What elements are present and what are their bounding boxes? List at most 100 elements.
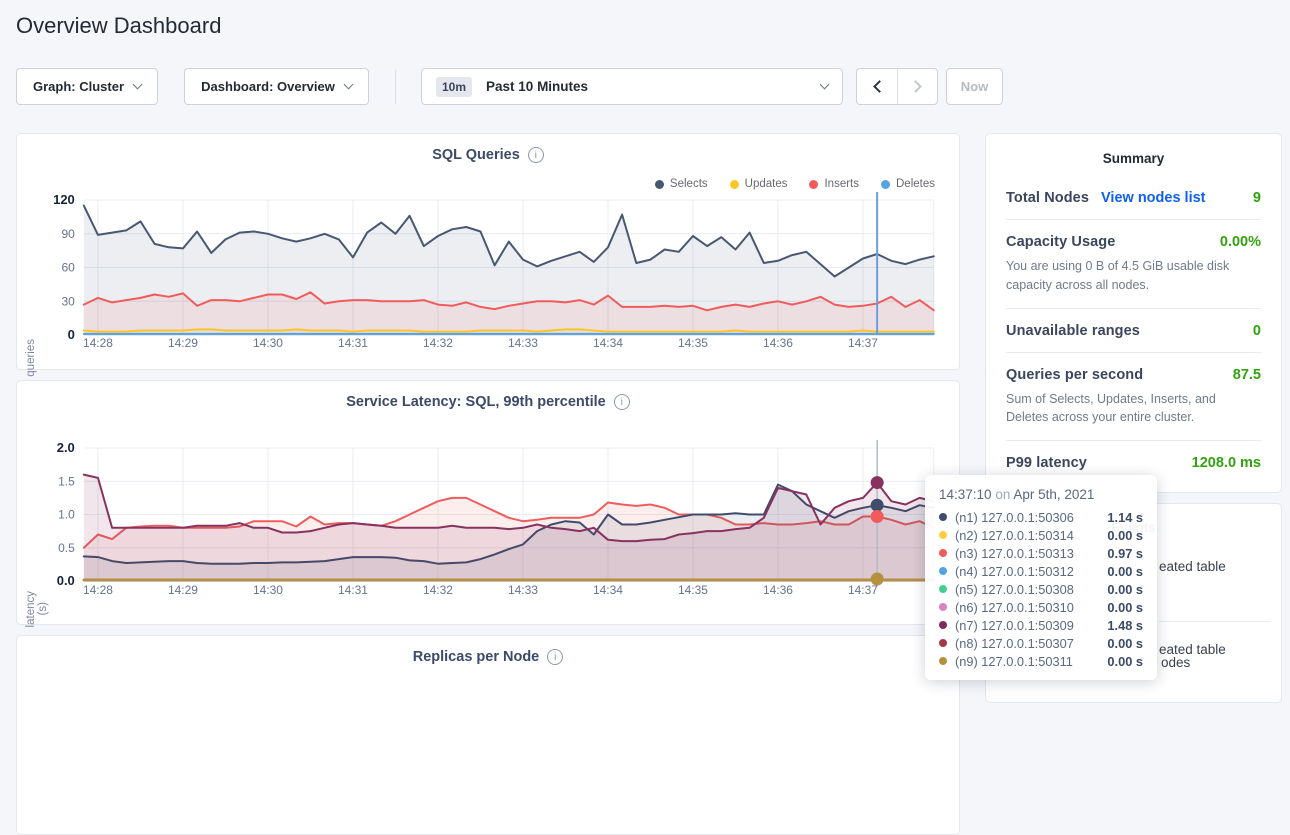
tooltip-node-address: (n2) 127.0.0.1:50314: [955, 528, 1099, 543]
series-dot-icon: [939, 567, 947, 575]
svg-text:1.0: 1.0: [58, 508, 75, 522]
svg-text:0.5: 0.5: [58, 541, 75, 555]
now-button[interactable]: Now: [946, 68, 1003, 105]
sql-queries-card: SQL Queries i SelectsUpdatesInsertsDelet…: [16, 133, 960, 370]
stat-value: 1208.0 ms: [1192, 455, 1261, 471]
dashboard-dropdown[interactable]: Dashboard: Overview: [184, 68, 369, 105]
view-nodes-list-link[interactable]: View nodes list: [1101, 190, 1206, 206]
graph-scope-label: Graph: Cluster: [33, 79, 124, 94]
tooltip-node-address: (n9) 127.0.0.1:50311: [955, 654, 1099, 669]
tooltip-node-row: (n3) 127.0.0.1:50313 0.97 s: [939, 544, 1143, 562]
stat-label: Unavailable ranges: [1006, 323, 1140, 339]
svg-text:14:34: 14:34: [593, 336, 623, 350]
series-dot-icon: [939, 603, 947, 611]
stat-label: Total Nodes: [1006, 190, 1089, 206]
time-range-picker[interactable]: 10m Past 10 Minutes: [421, 68, 843, 105]
tooltip-node-row: (n2) 127.0.0.1:50314 0.00 s: [939, 526, 1143, 544]
tooltip-node-address: (n3) 127.0.0.1:50313: [955, 546, 1099, 561]
tooltip-node-address: (n7) 127.0.0.1:50309: [955, 618, 1099, 633]
tooltip-node-value: 0.97 s: [1107, 546, 1143, 561]
dashboard-label: Dashboard: Overview: [201, 79, 335, 94]
info-icon[interactable]: i: [614, 394, 630, 410]
series-dot-icon: [939, 513, 947, 521]
svg-text:14:36: 14:36: [763, 336, 793, 350]
stat-label: Capacity Usage: [1006, 234, 1115, 250]
tooltip-node-value: 0.00 s: [1107, 654, 1143, 669]
summary-panel: Summary Total Nodes View nodes list 9 Capac…: [985, 133, 1282, 493]
toolbar-divider: [395, 70, 396, 104]
svg-text:120: 120: [53, 192, 75, 207]
time-range-label: Past 10 Minutes: [486, 79, 588, 94]
tooltip-node-address: (n6) 127.0.0.1:50310: [955, 600, 1099, 615]
stat-value: 9: [1253, 190, 1261, 206]
svg-text:14:36: 14:36: [763, 583, 793, 597]
tooltip-node-value: 0.00 s: [1107, 564, 1143, 579]
time-back-button[interactable]: [857, 69, 897, 104]
tooltip-node-value: 0.00 s: [1107, 636, 1143, 651]
series-dot-icon: [939, 585, 947, 593]
chart-title-replicas-per-node: Replicas per Node: [413, 649, 540, 665]
svg-text:14:28: 14:28: [83, 336, 113, 350]
event-item-fragment[interactable]: eated table: [1159, 559, 1226, 574]
page-title: Overview Dashboard: [16, 13, 221, 39]
stat-label: P99 latency: [1006, 455, 1087, 471]
tooltip-node-row: (n9) 127.0.0.1:50311 0.00 s: [939, 652, 1143, 670]
sql-queries-chart[interactable]: 030609012014:2814:2914:3014:3114:3214:33…: [25, 184, 955, 362]
summary-stat-row: Queries per second87.5Sum of Selects, Up…: [1006, 353, 1261, 442]
svg-text:14:31: 14:31: [338, 336, 368, 350]
series-dot-icon: [939, 531, 947, 539]
info-icon[interactable]: i: [528, 147, 544, 163]
svg-text:14:33: 14:33: [508, 583, 538, 597]
svg-text:14:37: 14:37: [848, 583, 878, 597]
chart-title-sql-queries: SQL Queries: [432, 147, 520, 163]
svg-text:14:29: 14:29: [168, 336, 198, 350]
summary-stat-row: Total Nodes View nodes list 9: [1006, 176, 1261, 220]
chevron-right-icon: [909, 80, 922, 93]
series-dot-icon: [939, 657, 947, 665]
svg-text:14:30: 14:30: [253, 583, 283, 597]
tooltip-node-value: 1.48 s: [1107, 618, 1143, 633]
time-step-buttons: [856, 68, 938, 105]
series-dot-icon: [939, 639, 947, 647]
svg-text:14:28: 14:28: [83, 583, 113, 597]
tooltip-node-row: (n7) 127.0.0.1:50309 1.48 s: [939, 616, 1143, 634]
info-icon[interactable]: i: [547, 649, 563, 665]
tooltip-node-row: (n8) 127.0.0.1:50307 0.00 s: [939, 634, 1143, 652]
svg-text:30: 30: [61, 294, 75, 308]
time-range-badge: 10m: [436, 77, 472, 97]
tooltip-node-address: (n5) 127.0.0.1:50308: [955, 582, 1099, 597]
tooltip-node-value: 1.14 s: [1107, 510, 1143, 525]
svg-text:14:35: 14:35: [678, 583, 708, 597]
replicas-per-node-card: Replicas per Node i: [16, 635, 960, 835]
svg-text:1.5: 1.5: [58, 474, 75, 488]
summary-title: Summary: [1006, 134, 1261, 166]
tooltip-node-address: (n8) 127.0.0.1:50307: [955, 636, 1099, 651]
toolbar: Graph: Cluster Dashboard: Overview 10m P…: [16, 68, 1003, 105]
series-dot-icon: [939, 549, 947, 557]
svg-text:14:29: 14:29: [168, 583, 198, 597]
event-item-fragment[interactable]: odes: [1161, 655, 1190, 670]
svg-text:14:30: 14:30: [253, 336, 283, 350]
stat-description: Sum of Selects, Updates, Inserts, and De…: [1006, 390, 1261, 428]
chevron-down-icon: [820, 80, 830, 90]
tooltip-node-address: (n1) 127.0.0.1:50306: [955, 510, 1099, 525]
tooltip-node-value: 0.00 s: [1107, 528, 1143, 543]
service-latency-chart[interactable]: 0.00.51.01.52.014:2814:2914:3014:3114:32…: [25, 431, 955, 609]
chart-title-service-latency: Service Latency: SQL, 99th percentile: [346, 394, 606, 410]
chevron-down-icon: [133, 80, 143, 90]
tooltip-node-row: (n5) 127.0.0.1:503080.00 s: [939, 580, 1143, 598]
events-divider: [1159, 621, 1271, 622]
svg-text:14:34: 14:34: [593, 583, 623, 597]
service-latency-card: Service Latency: SQL, 99th percentile i …: [16, 380, 960, 625]
svg-text:14:31: 14:31: [338, 583, 368, 597]
stat-description: You are using 0 B of 4.5 GiB usable disk…: [1006, 257, 1261, 295]
svg-text:90: 90: [61, 227, 75, 241]
time-forward-button[interactable]: [897, 69, 937, 104]
tooltip-node-value: 0.00 s: [1107, 600, 1143, 615]
svg-text:14:33: 14:33: [508, 336, 538, 350]
chevron-left-icon: [873, 80, 886, 93]
svg-text:14:32: 14:32: [423, 336, 453, 350]
summary-stat-row: Capacity Usage0.00%You are using 0 B of …: [1006, 220, 1261, 309]
graph-scope-dropdown[interactable]: Graph: Cluster: [16, 68, 158, 105]
chart-hover-tooltip: 14:37:10 on Apr 5th, 2021 (n1) 127.0.0.1…: [925, 475, 1157, 680]
